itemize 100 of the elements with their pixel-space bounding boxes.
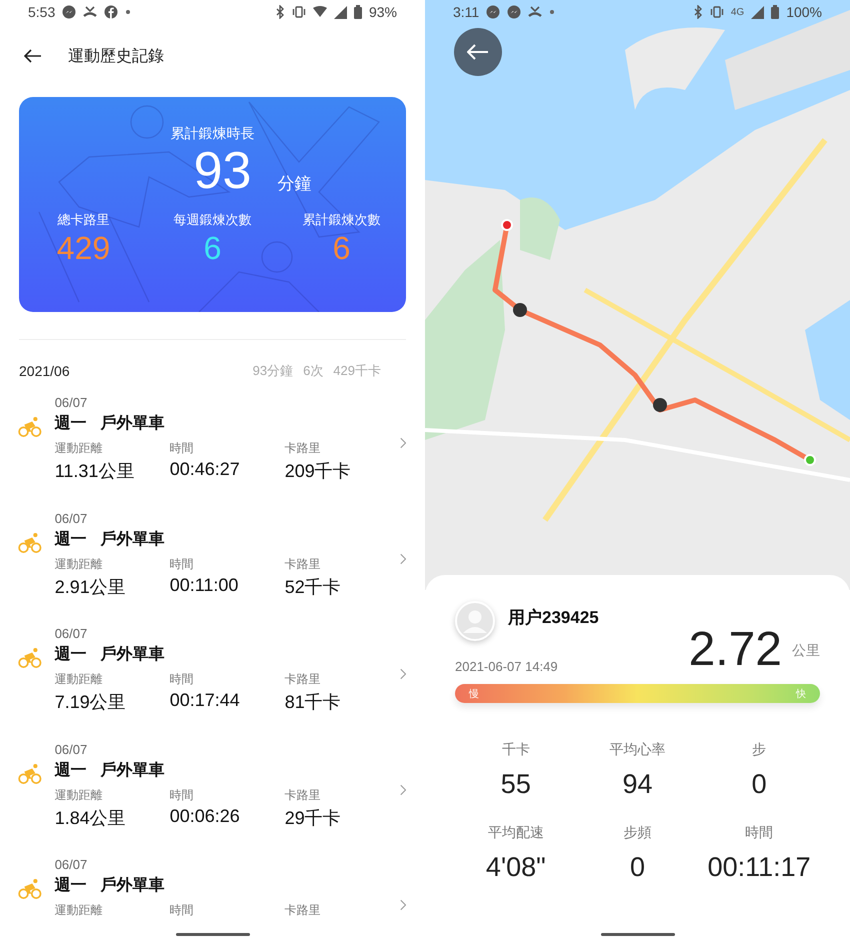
network-type: 4G [730, 6, 744, 18]
metric-label: 卡路里 [284, 786, 322, 804]
record-activity: 戶外單車 [100, 644, 165, 666]
metric-label: 運動距離 [54, 440, 104, 457]
record-activity: 戶外單車 [100, 760, 165, 781]
workout-record[interactable]: 06/07 週一 戶外單車 運動距離 時間 卡路里 [0, 856, 425, 942]
stat-label: 每週鍛煉次數 [174, 211, 252, 229]
battery-percent: 93% [368, 4, 397, 20]
status-time: 3:11 [453, 4, 480, 20]
metric-label: 時間 [170, 440, 195, 457]
signal-icon [334, 6, 347, 18]
messenger-icon [62, 5, 76, 19]
record-weekday: 週一 [54, 760, 87, 781]
workout-record[interactable]: 06/07 週一 戶外單車 運動距離 7.19公里 時間 00:17:44 卡路里 81千卡 [0, 625, 425, 741]
stat-value: 6 [204, 229, 222, 267]
stat-value: 0 [630, 852, 645, 883]
fast-label: 快 [796, 688, 806, 700]
metric-label: 卡路里 [284, 902, 322, 920]
distance-value: 2.72 [688, 626, 782, 674]
metric-value: 00:46:27 [170, 459, 241, 480]
metric-value: 52千卡 [284, 576, 342, 599]
record-weekday: 週一 [54, 530, 87, 550]
chevron-right-icon [400, 898, 406, 912]
back-arrow-icon [24, 49, 42, 63]
metric-value: 11.31公里 [54, 460, 136, 483]
stat-value: 94 [622, 769, 653, 800]
metric-label: 時間 [170, 786, 195, 804]
chevron-right-icon [400, 436, 406, 450]
stat-label: 步 [752, 741, 766, 759]
bluetooth-icon [274, 5, 285, 19]
record-date: 06/07 [54, 858, 88, 872]
metric-label: 卡路里 [284, 671, 322, 688]
messenger-icon [507, 5, 522, 19]
slow-label: 慢 [469, 688, 479, 700]
stat-value: 0 [752, 769, 767, 800]
stat-label: 總卡路里 [58, 211, 110, 229]
status-time: 5:53 [28, 4, 56, 20]
record-date: 06/07 [54, 627, 88, 642]
battery-percent: 100% [786, 4, 822, 20]
dot-icon [549, 9, 556, 15]
messenger-icon [486, 5, 500, 19]
metric-label: 時間 [170, 902, 195, 920]
back-arrow-icon [467, 44, 489, 60]
record-activity: 戶外單車 [100, 413, 165, 434]
chevron-right-icon [400, 667, 406, 682]
record-activity: 戶外單車 [100, 529, 165, 550]
record-date: 06/07 [54, 396, 88, 410]
stat-label: 累計鍛煉次數 [302, 211, 380, 229]
month-minutes: 93分鐘 [252, 362, 294, 380]
metric-label: 運動距離 [54, 556, 104, 573]
total-duration-label: 累計鍛煉時長 [170, 125, 254, 143]
metric-value: 81千卡 [284, 691, 342, 714]
metric-value: 209千卡 [284, 460, 352, 483]
vibrate-icon [292, 6, 306, 18]
record-weekday: 週一 [54, 644, 87, 666]
battery-icon [771, 5, 780, 19]
chevron-right-icon [400, 782, 406, 797]
stat-label: 平均配速 [488, 824, 544, 842]
metric-label: 運動距離 [54, 902, 104, 920]
dot-icon [125, 9, 132, 15]
bluetooth-icon [692, 5, 703, 19]
stat-value: 55 [500, 769, 531, 800]
stat-value: 429 [56, 229, 110, 267]
month-count: 6次 [303, 362, 324, 380]
metric-value: 1.84公里 [54, 806, 127, 830]
workout-record[interactable]: 06/07 週一 戶外單車 運動距離 1.84公里 時間 00:06:26 卡路里 29千卡 [0, 740, 425, 856]
metric-value: 2.91公里 [54, 576, 127, 599]
metric-label: 卡路里 [284, 440, 322, 457]
chevron-right-icon [400, 552, 406, 566]
workout-datetime: 2021-06-07 14:49 [455, 659, 559, 674]
facebook-icon [104, 5, 118, 19]
duration-unit: 分鐘 [277, 173, 312, 195]
metric-label: 運動距離 [54, 786, 104, 804]
metric-label: 運動距離 [54, 671, 104, 688]
stat-value: 4'08" [486, 852, 546, 883]
metric-value: 00:06:26 [170, 806, 241, 827]
month-label: 2021/06 [19, 363, 70, 379]
distance-unit: 公里 [792, 642, 820, 660]
wifi-icon [312, 6, 327, 18]
record-weekday: 週一 [54, 414, 87, 434]
avatar-icon [455, 601, 495, 641]
stat-label: 步頻 [623, 824, 652, 842]
stat-value: 00:11:17 [708, 852, 811, 883]
page-title: 運動歷史記錄 [68, 46, 164, 66]
workout-record[interactable]: 06/07 週一 戶外單車 運動距離 2.91公里 時間 00:11:00 卡路里 52千卡 [0, 510, 425, 626]
record-weekday: 週一 [54, 876, 87, 896]
stat-label: 時間 [745, 824, 774, 842]
total-duration-value: 93 [194, 143, 252, 199]
stat-label: 千卡 [502, 741, 530, 759]
workout-record[interactable]: 06/07 週一 戶外單車 運動距離 11.31公里 時間 00:46:27 卡路里 209千卡 [0, 394, 425, 510]
signal-icon [751, 6, 764, 18]
metric-label: 時間 [170, 556, 195, 573]
missed-call-icon [528, 6, 542, 18]
battery-icon [354, 5, 362, 19]
vibrate-icon [710, 6, 724, 18]
metric-value: 00:17:44 [170, 690, 241, 712]
stat-label: 平均心率 [609, 741, 666, 759]
metric-value: 29千卡 [284, 806, 342, 830]
stat-value: 6 [332, 229, 350, 267]
cyclist-icon [18, 414, 42, 440]
